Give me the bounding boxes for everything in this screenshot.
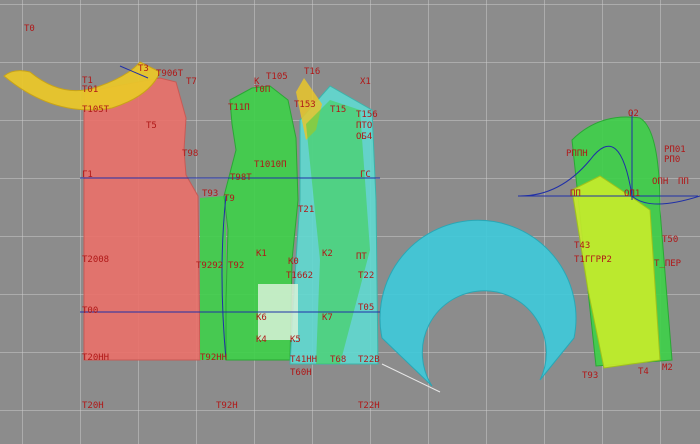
label-t992: T9292 — [196, 261, 223, 271]
label-t4: T4 — [638, 367, 649, 377]
label-k1: K1 — [256, 249, 267, 259]
label-t92n: T92Н — [216, 401, 238, 411]
label-t22: T22 — [358, 271, 374, 281]
label-t98t: T98T — [230, 173, 252, 183]
label-t9061: T906T — [156, 69, 184, 79]
label-p02: РП0 — [664, 155, 680, 165]
label-t98: T98 — [182, 149, 198, 159]
label-t11p: T11П — [228, 103, 250, 113]
label-pp: ПП — [678, 177, 689, 187]
label-t16: T16 — [304, 67, 320, 77]
label-k6: K6 — [256, 313, 267, 323]
label-gc: ГС — [360, 170, 371, 180]
label-pt: ПТ — [356, 252, 367, 262]
label-t1051: T105T — [82, 105, 110, 115]
label-t00: T00 — [82, 306, 98, 316]
label-t21: T21 — [298, 205, 314, 215]
label-t50: T50 — [662, 235, 678, 245]
label-t92: T92 — [228, 261, 244, 271]
label-t93: T93 — [202, 189, 218, 199]
label-t68: T68 — [330, 355, 346, 365]
label-k0: K0 — [288, 257, 299, 267]
label-ob4: ОБ4 — [356, 132, 372, 142]
label-t22b: T22В — [358, 355, 380, 365]
circle-pattern-piece[interactable] — [379, 219, 577, 393]
label-t1010: T1010П — [254, 160, 287, 170]
label-t9: T9 — [224, 194, 235, 204]
label-t2008: T2008 — [82, 255, 109, 265]
label-o2: O2 — [628, 109, 639, 119]
label-t156: T156 — [356, 110, 378, 120]
label-k5: K5 — [290, 335, 301, 345]
label-t05: T05 — [358, 303, 374, 313]
label-k2: K2 — [322, 249, 333, 259]
label-t5: T5 — [146, 121, 157, 131]
label-tper: Т_ПЕР — [654, 259, 682, 269]
label-on: ОПН — [652, 177, 668, 187]
label-x1: X1 — [360, 77, 371, 87]
label-t93n: T93 — [582, 371, 598, 381]
label-t105: T105 — [266, 72, 288, 82]
label-pp2: ПП — [570, 189, 581, 199]
label-t1ggp2: T1ГГРР2 — [574, 255, 612, 265]
label-m2: M2 — [662, 363, 673, 373]
label-t01: T01 — [82, 85, 98, 95]
label-pmpn: РППН — [566, 149, 588, 159]
label-t0: T0 — [24, 24, 35, 34]
label-t20n: T20Н — [82, 401, 104, 411]
label-t0n: T0П — [254, 85, 270, 95]
label-g1: Г1 — [82, 170, 93, 180]
label-t43: T43 — [574, 241, 590, 251]
front-pattern-piece[interactable] — [83, 77, 201, 361]
cad-pattern-canvas[interactable]: T0 T1 T01 T3 T906T T7 T105T T5 T98 Г1 T9… — [0, 0, 700, 444]
label-t20nn: T20НН — [82, 353, 109, 363]
label-t153: T153 — [294, 100, 316, 110]
label-t15: T15 — [330, 105, 346, 115]
label-t22n: T22Н — [358, 401, 380, 411]
label-k4: K4 — [256, 335, 267, 345]
label-t41nn: T41НН — [290, 355, 317, 365]
label-t3: T3 — [138, 64, 149, 74]
label-t1662: T1662 — [286, 271, 313, 281]
label-t60n: T60Н — [290, 368, 312, 378]
label-po1: РП01 — [664, 145, 686, 155]
label-t7: T7 — [186, 77, 197, 87]
label-pto: ПТО — [356, 121, 372, 131]
label-t92nn: T92НН — [200, 353, 227, 363]
label-opi: ОП1 — [624, 189, 640, 199]
label-k7: K7 — [322, 313, 333, 323]
